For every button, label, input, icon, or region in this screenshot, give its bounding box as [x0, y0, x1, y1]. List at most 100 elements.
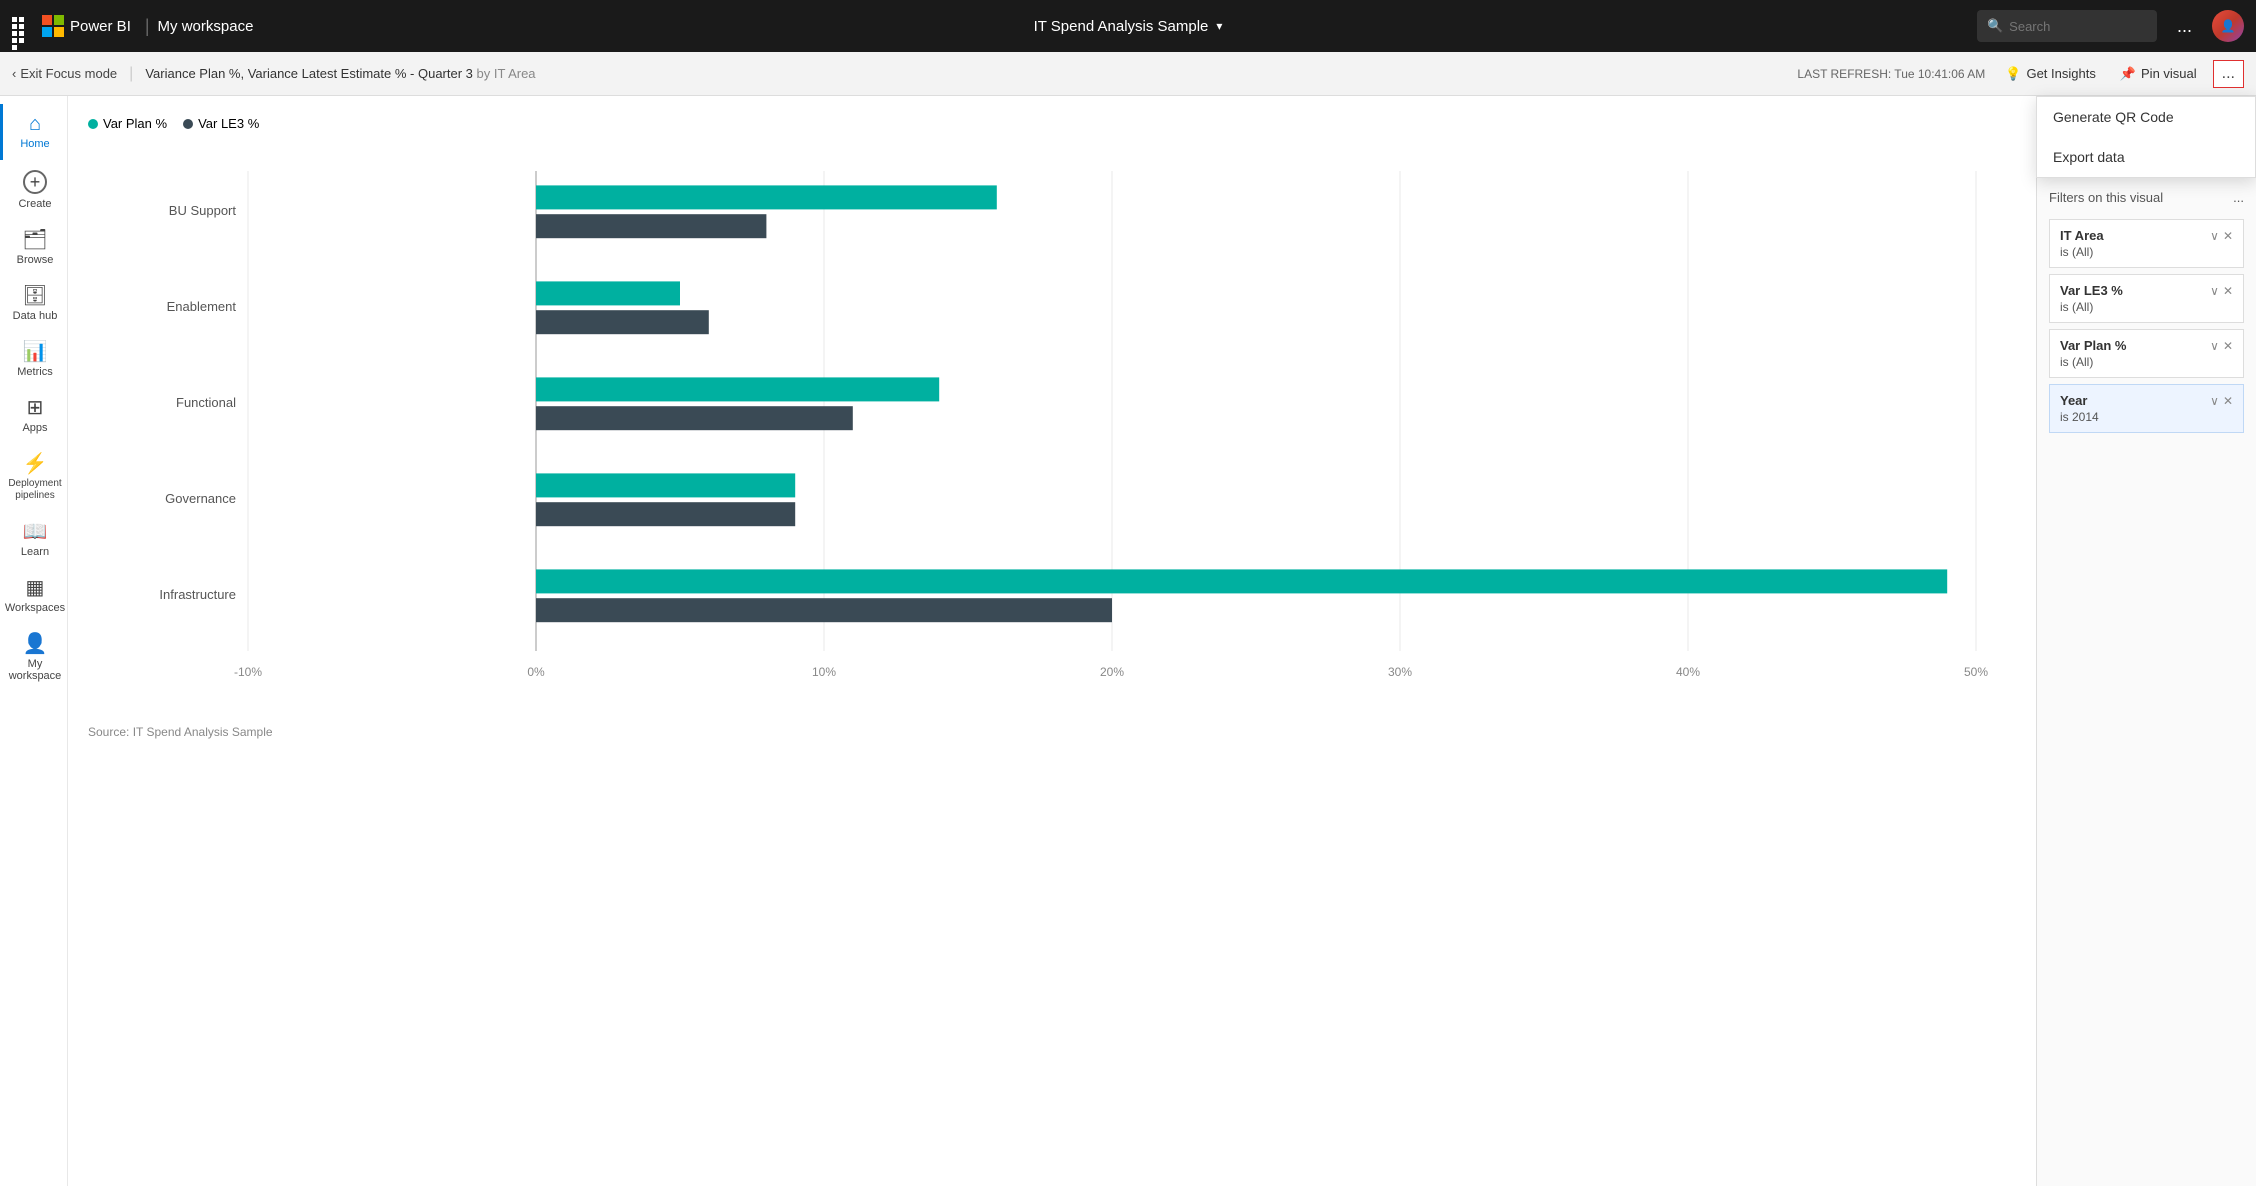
sidebar-datahub-label: Data hub [13, 310, 58, 322]
export-data-label: Export data [2053, 149, 2125, 165]
filter-chevron-icon-0[interactable]: ∨ [2210, 229, 2219, 243]
chart-title: Variance Plan %, Variance Latest Estimat… [145, 66, 1785, 81]
sidebar-item-browse[interactable]: 🗂 Browse [0, 220, 67, 276]
filter-clear-icon-1[interactable]: ✕ [2223, 284, 2233, 298]
svg-text:10%: 10% [812, 665, 836, 679]
workspaces-icon: ▦ [26, 578, 45, 598]
svg-text:0%: 0% [527, 665, 545, 679]
pin-icon: 📌 [2120, 66, 2136, 82]
apps-grid-icon[interactable] [12, 17, 30, 35]
filter-card-3[interactable]: Year ∨ ✕ is 2014 [2049, 384, 2244, 433]
create-icon: + [23, 170, 47, 194]
filter-cards-container: IT Area ∨ ✕ is (All) Var LE3 % ∨ ✕ is (A… [2049, 213, 2244, 433]
top-search-box[interactable]: 🔍 [1977, 10, 2157, 42]
sidebar-item-home[interactable]: ⌂ Home [0, 104, 67, 160]
filter-card-2[interactable]: Var Plan % ∨ ✕ is (All) [2049, 329, 2244, 378]
filter-card-value-3: is 2014 [2060, 410, 2233, 424]
pin-visual-button[interactable]: 📌 Pin visual [2112, 62, 2205, 86]
filter-clear-icon-3[interactable]: ✕ [2223, 394, 2233, 408]
filter-card-name-3: Year [2060, 393, 2087, 408]
legend-var-le3-label: Var LE3 % [198, 116, 259, 131]
sidebar-item-metrics[interactable]: 📊 Metrics [0, 332, 67, 388]
filter-card-name-2: Var Plan % [2060, 338, 2126, 353]
pin-visual-label: Pin visual [2141, 66, 2197, 81]
filter-chevron-icon-1[interactable]: ∨ [2210, 284, 2219, 298]
svg-text:Enablement: Enablement [167, 299, 237, 314]
my-workspace-icon: 👤 [23, 634, 48, 654]
chart-title-area: by IT Area [477, 66, 536, 81]
bar-chart-svg: -10%0%10%20%30%40%50%BU SupportEnablemen… [88, 151, 2016, 711]
workspace-label[interactable]: My workspace [158, 18, 254, 35]
user-avatar[interactable]: 👤 [2212, 10, 2244, 42]
filter-card-1[interactable]: Var LE3 % ∨ ✕ is (All) [2049, 274, 2244, 323]
sidebar-home-label: Home [20, 138, 49, 150]
sidebar-item-learn[interactable]: 📖 Learn [0, 512, 67, 568]
report-title-area: IT Spend Analysis Sample ▾ [1034, 18, 1223, 35]
on-visual-text: Filters on this visual [2049, 190, 2163, 205]
filter-card-0[interactable]: IT Area ∨ ✕ is (All) [2049, 219, 2244, 268]
report-title: IT Spend Analysis Sample [1034, 18, 1209, 35]
more-options-button[interactable]: ... [2213, 60, 2244, 88]
generate-qr-item[interactable]: Generate QR Code [2037, 97, 2255, 137]
svg-text:20%: 20% [1100, 665, 1124, 679]
sidebar-create-label: Create [18, 198, 51, 210]
ms-logo [42, 15, 64, 37]
sidebar-learn-label: Learn [21, 546, 49, 558]
sidebar-item-apps[interactable]: ⊞ Apps [0, 388, 67, 444]
legend-var-plan: Var Plan % [88, 116, 167, 131]
generate-qr-label: Generate QR Code [2053, 109, 2174, 125]
filter-card-value-1: is (All) [2060, 300, 2233, 314]
get-insights-label: Get Insights [2026, 66, 2095, 81]
filters-panel: ⊟ Filters » 🔍 Filters on this visual ...… [2036, 96, 2256, 1186]
sidebar-metrics-label: Metrics [17, 366, 52, 378]
exit-focus-button[interactable]: ‹ Exit Focus mode [12, 66, 117, 81]
search-input[interactable] [2009, 19, 2129, 34]
browse-icon: 🗂 [22, 230, 47, 250]
sidebar-workspaces-label: Workspaces [5, 602, 65, 614]
main-layout: ⌂ Home + Create 🗂 Browse 🗄 Data hub 📊 Me… [0, 96, 2256, 1186]
svg-text:-10%: -10% [234, 665, 262, 679]
home-icon: ⌂ [29, 114, 41, 134]
svg-text:40%: 40% [1676, 665, 1700, 679]
legend-var-plan-label: Var Plan % [103, 116, 167, 131]
filter-clear-icon-0[interactable]: ✕ [2223, 229, 2233, 243]
sidebar-item-create[interactable]: + Create [0, 160, 67, 220]
top-nav: Power BI | My workspace IT Spend Analysi… [0, 0, 2256, 52]
dropdown-menu: Generate QR Code Export data [2036, 96, 2256, 178]
filters-on-visual-label: Filters on this visual ... [2049, 190, 2244, 205]
sidebar-item-datahub[interactable]: 🗄 Data hub [0, 276, 67, 332]
on-visual-dots[interactable]: ... [2233, 190, 2244, 205]
svg-text:30%: 30% [1388, 665, 1412, 679]
datahub-icon: 🗄 [22, 286, 47, 306]
sub-actions: 💡 Get Insights 📌 Pin visual ... [1997, 60, 2244, 88]
dots-icon: ... [2222, 65, 2235, 82]
chart-title-main: Variance Plan %, Variance Latest Estimat… [145, 66, 473, 81]
apps-icon: ⊞ [27, 398, 44, 418]
export-data-item[interactable]: Export data [2037, 137, 2255, 177]
title-chevron-icon[interactable]: ▾ [1216, 19, 1222, 33]
sidebar-item-my-workspace[interactable]: 👤 My workspace [0, 624, 67, 692]
sidebar-deployment-label: Deployment pipelines [8, 478, 61, 502]
filter-chevron-icon-3[interactable]: ∨ [2210, 394, 2219, 408]
filter-clear-icon-2[interactable]: ✕ [2223, 339, 2233, 353]
learn-icon: 📖 [23, 522, 48, 542]
brand-name: Power BI [70, 18, 131, 35]
bar-chart-wrapper: -10%0%10%20%30%40%50%BU SupportEnablemen… [88, 151, 2016, 711]
search-icon: 🔍 [1987, 18, 2003, 34]
sidebar-item-deployment[interactable]: ⚡ Deployment pipelines [0, 444, 67, 512]
sub-divider: | [129, 65, 133, 83]
chevron-left-icon: ‹ [12, 66, 16, 81]
get-insights-button[interactable]: 💡 Get Insights [1997, 62, 2104, 86]
filter-chevron-icon-2[interactable]: ∨ [2210, 339, 2219, 353]
source-text: Source: IT Spend Analysis Sample [88, 725, 2016, 739]
nav-right-area: 🔍 ... 👤 [1977, 10, 2244, 42]
sidebar-apps-label: Apps [22, 422, 47, 434]
metrics-icon: 📊 [23, 342, 48, 362]
svg-text:BU Support: BU Support [169, 203, 237, 218]
deployment-icon: ⚡ [23, 454, 48, 474]
sidebar: ⌂ Home + Create 🗂 Browse 🗄 Data hub 📊 Me… [0, 96, 68, 1186]
sidebar-item-workspaces[interactable]: ▦ Workspaces [0, 568, 67, 624]
svg-text:Governance: Governance [165, 491, 236, 506]
svg-text:Functional: Functional [176, 395, 236, 410]
nav-more-options[interactable]: ... [2169, 12, 2200, 41]
